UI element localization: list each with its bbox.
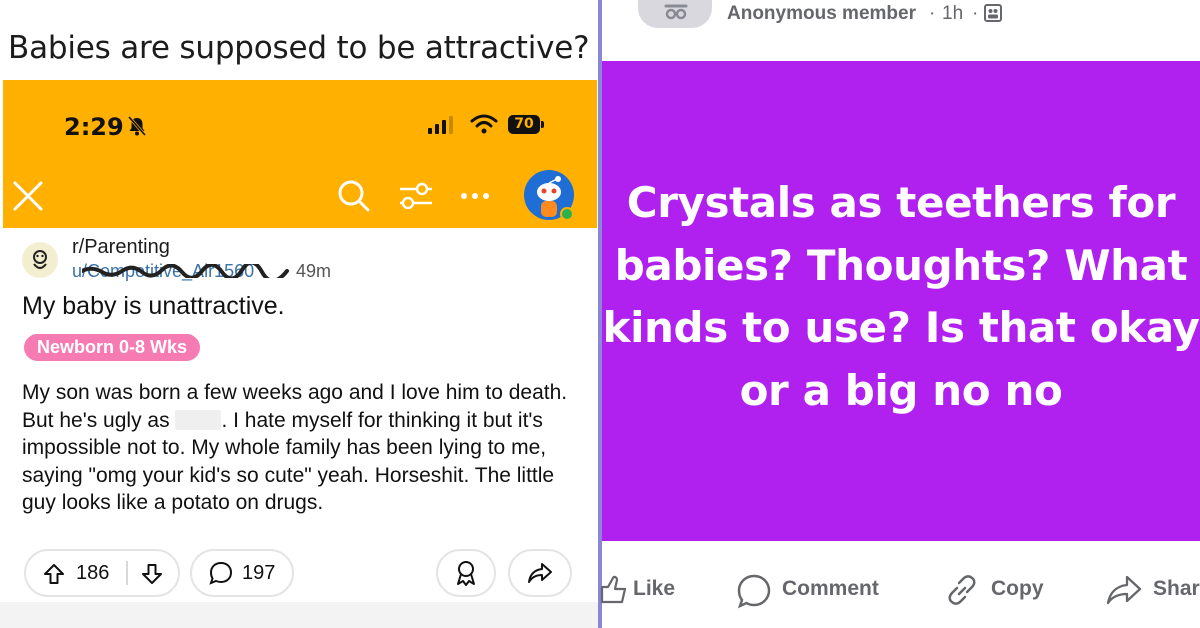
downvote-icon[interactable] bbox=[140, 562, 164, 586]
author-name[interactable]: Anonymous member bbox=[727, 3, 916, 25]
close-icon[interactable] bbox=[12, 180, 44, 212]
share-icon[interactable] bbox=[1106, 574, 1142, 606]
post-text: Crystals as teethers for babies? Thought… bbox=[602, 178, 1200, 415]
share-button[interactable]: Shar bbox=[1153, 577, 1200, 601]
comment-count: 197 bbox=[242, 562, 276, 584]
meta-separator-2: · bbox=[972, 3, 979, 24]
filter-icon[interactable] bbox=[398, 178, 434, 214]
comment-button[interactable]: Comment bbox=[782, 577, 879, 601]
battery-indicator: 70 bbox=[508, 115, 540, 134]
vote-divider bbox=[126, 561, 128, 585]
redaction-box bbox=[175, 409, 222, 430]
bell-off-icon bbox=[127, 116, 147, 136]
reddit-screenshot-panel: Babies are supposed to be attractive? 2:… bbox=[0, 0, 598, 628]
post-flair[interactable]: Newborn 0-8 Wks bbox=[24, 334, 201, 361]
copy-link-icon[interactable] bbox=[945, 574, 979, 606]
meta-separator: · bbox=[929, 3, 936, 24]
wifi-icon bbox=[470, 114, 498, 134]
bottom-strip bbox=[0, 602, 598, 628]
more-icon[interactable] bbox=[460, 192, 490, 200]
signal-icon bbox=[428, 116, 453, 134]
upvote-count: 186 bbox=[76, 562, 110, 584]
post-time[interactable]: 1h bbox=[942, 3, 963, 25]
comment-icon[interactable] bbox=[208, 560, 234, 586]
post-title[interactable]: My baby is unattractive. bbox=[22, 292, 285, 321]
group-icon bbox=[984, 4, 1002, 22]
upvote-icon[interactable] bbox=[42, 562, 66, 586]
like-button[interactable]: Like bbox=[633, 577, 675, 601]
share-icon[interactable] bbox=[527, 560, 553, 586]
search-icon[interactable] bbox=[336, 178, 372, 214]
comment-icon[interactable] bbox=[736, 573, 772, 609]
username-scribble-redaction bbox=[82, 264, 289, 278]
parenting-icon bbox=[33, 250, 47, 269]
award-icon[interactable] bbox=[453, 559, 479, 587]
like-icon[interactable] bbox=[600, 574, 626, 604]
copy-button[interactable]: Copy bbox=[991, 577, 1044, 601]
post-body: My son was born a few weeks ago and I lo… bbox=[22, 379, 592, 517]
headline: Babies are supposed to be attractive? bbox=[8, 30, 590, 66]
subreddit-icon[interactable] bbox=[22, 242, 58, 278]
subreddit-name[interactable]: r/Parenting bbox=[72, 236, 170, 259]
online-status-dot bbox=[560, 207, 574, 221]
post-age: 49m bbox=[296, 261, 332, 281]
battery-tip bbox=[541, 121, 544, 128]
status-time: 2:29 bbox=[64, 113, 124, 141]
app-header bbox=[3, 80, 597, 228]
anonymous-icon bbox=[664, 4, 688, 20]
